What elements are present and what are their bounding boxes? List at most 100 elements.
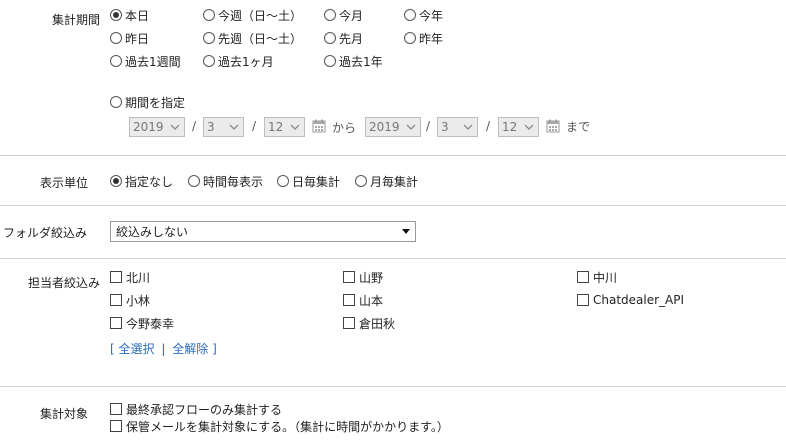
radio-dot	[203, 9, 215, 21]
assignee-checkbox[interactable]: 今野泰幸	[110, 315, 174, 331]
radio-dot-selected	[110, 9, 122, 21]
final-approval-checkbox[interactable]: 最終承認フローのみ集計する	[110, 401, 282, 417]
assignee-checkbox[interactable]: 山本	[343, 292, 383, 308]
radio-label: 時間毎表示	[203, 174, 264, 189]
to-month-select[interactable]: 3	[437, 117, 478, 137]
radio-this-week[interactable]: 今週（日〜土）	[203, 7, 302, 23]
radio-unit-none[interactable]: 指定なし	[110, 173, 173, 189]
folder-label: フォルダ絞込み	[3, 226, 88, 240]
checkbox-box	[110, 294, 122, 306]
checkbox-box	[343, 317, 355, 329]
checkbox-label: 最終承認フローのみ集計する	[126, 402, 283, 417]
radio-last-year[interactable]: 昨年	[404, 30, 443, 46]
to-year-select[interactable]: 2019	[365, 117, 421, 137]
radio-dot	[324, 9, 336, 21]
radio-past-month[interactable]: 過去1ヶ月	[203, 53, 274, 69]
from-year-select[interactable]: 2019	[129, 117, 185, 137]
radio-unit-monthly[interactable]: 月毎集計	[355, 173, 418, 189]
radio-dot	[110, 96, 122, 108]
unit-label: 表示単位	[40, 176, 89, 190]
radio-label: 先週（日〜土）	[218, 31, 303, 46]
radio-dot	[404, 9, 416, 21]
radio-label: 昨年	[419, 31, 444, 46]
calendar-icon[interactable]	[546, 119, 560, 133]
assignee-checkbox[interactable]: 倉田秋	[343, 315, 395, 331]
chevron-down-icon	[463, 124, 473, 130]
radio-past-year[interactable]: 過去1年	[324, 53, 383, 69]
select-value: 2019	[369, 120, 400, 134]
checkbox-box	[110, 420, 122, 432]
period-label: 集計期間	[52, 13, 101, 27]
radio-dot	[188, 175, 200, 187]
checkbox-box	[577, 271, 589, 283]
assignee-label: 担当者絞込み	[28, 276, 101, 290]
chevron-down-icon	[229, 124, 239, 130]
radio-last-week[interactable]: 先週（日〜土）	[203, 30, 302, 46]
radio-dot	[203, 55, 215, 67]
radio-this-month[interactable]: 今月	[324, 7, 363, 23]
radio-unit-hourly[interactable]: 時間毎表示	[188, 173, 263, 189]
select-value: 2019	[133, 120, 164, 134]
assignee-checkbox[interactable]: 山野	[343, 269, 383, 285]
assignee-checkbox[interactable]: 小林	[110, 292, 150, 308]
deselect-all-link[interactable]: 全解除	[172, 342, 208, 356]
checkbox-box	[343, 271, 355, 283]
to-text: まで	[566, 120, 591, 134]
calendar-icon[interactable]	[312, 119, 326, 133]
to-day-select[interactable]: 12	[498, 117, 539, 137]
assignee-checkbox[interactable]: Chatdealer_API	[577, 292, 684, 308]
date-separator: /	[192, 119, 197, 133]
radio-last-month[interactable]: 先月	[324, 30, 363, 46]
archived-mail-checkbox[interactable]: 保管メールを集計対象にする。（集計に時間がかかります。）	[110, 418, 449, 434]
dropdown-arrow-icon	[402, 229, 410, 234]
from-text: から	[332, 121, 357, 135]
select-value: 3	[207, 120, 215, 134]
chevron-down-icon	[524, 124, 534, 130]
radio-past-week[interactable]: 過去1週間	[110, 53, 181, 69]
radio-label: 期間を指定	[125, 95, 186, 110]
radio-dot	[355, 175, 367, 187]
checkbox-label: 今野泰幸	[126, 316, 175, 331]
radio-dot	[110, 55, 122, 67]
select-links: [ 全選択 | 全解除 ]	[110, 340, 217, 357]
checkbox-label: 山野	[359, 270, 384, 285]
date-separator: /	[486, 119, 491, 133]
date-separator: /	[426, 119, 431, 133]
radio-today[interactable]: 本日	[110, 7, 149, 23]
radio-dot	[324, 32, 336, 44]
assignee-checkbox[interactable]: 北川	[110, 269, 150, 285]
assignee-checkbox[interactable]: 中川	[577, 269, 617, 285]
radio-dot	[203, 32, 215, 44]
divider	[0, 386, 786, 387]
radio-dot	[324, 55, 336, 67]
radio-dot	[110, 32, 122, 44]
from-month-select[interactable]: 3	[203, 117, 244, 137]
chevron-down-icon	[406, 124, 416, 130]
radio-label: 本日	[125, 8, 150, 23]
chevron-down-icon	[170, 124, 180, 130]
radio-this-year[interactable]: 今年	[404, 7, 443, 23]
radio-unit-daily[interactable]: 日毎集計	[277, 173, 340, 189]
link-separator: |	[161, 342, 166, 356]
radio-label: 今年	[419, 8, 444, 23]
radio-label: 先月	[339, 31, 364, 46]
checkbox-box	[110, 403, 122, 415]
radio-custom-range[interactable]: 期間を指定	[110, 94, 185, 110]
bracket-close: ]	[212, 342, 217, 356]
divider	[0, 155, 786, 156]
select-all-link[interactable]: 全選択	[119, 342, 155, 356]
checkbox-label: 小林	[126, 293, 151, 308]
radio-dot-selected	[110, 175, 122, 187]
divider	[0, 258, 786, 259]
bracket-open: [	[110, 342, 115, 356]
folder-select[interactable]: 絞込みしない	[110, 221, 416, 242]
divider	[0, 205, 786, 206]
radio-yesterday[interactable]: 昨日	[110, 30, 149, 46]
radio-dot	[277, 175, 289, 187]
radio-label: 過去1年	[339, 54, 383, 69]
target-label: 集計対象	[40, 407, 89, 421]
radio-label: 昨日	[125, 31, 150, 46]
select-value: 3	[441, 120, 449, 134]
from-day-select[interactable]: 12	[264, 117, 305, 137]
checkbox-label: Chatdealer_API	[593, 293, 685, 307]
